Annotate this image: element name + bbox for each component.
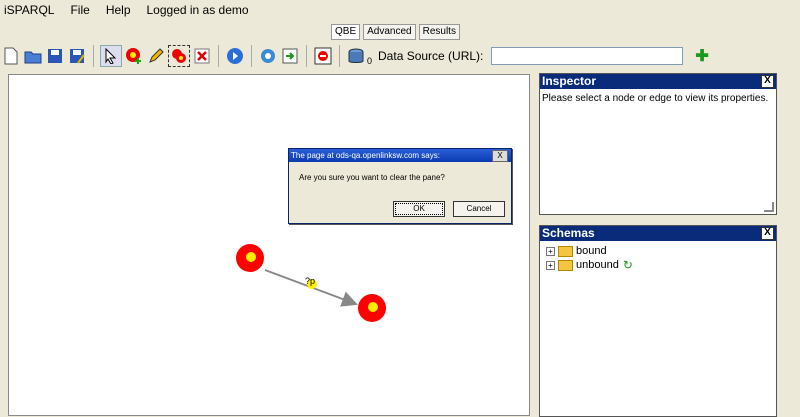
toolbar-separator <box>339 45 340 67</box>
view-tabs: QBE Advanced Results <box>331 24 460 40</box>
ok-button[interactable]: OK <box>393 201 445 217</box>
expand-icon[interactable]: + <box>546 246 555 256</box>
import-icon[interactable] <box>280 46 300 66</box>
clear-pane-icon[interactable] <box>313 46 333 66</box>
help-menu[interactable]: Help <box>106 3 131 17</box>
dialog-title: The page at ods-qa.openlinksw.com says: <box>291 151 440 160</box>
save-icon[interactable] <box>45 46 65 66</box>
schemas-panel: Schemas X + bound + unbound ↻ <box>539 225 777 417</box>
select-group-icon[interactable] <box>168 45 190 67</box>
pencil-icon[interactable] <box>146 46 166 66</box>
tab-results[interactable]: Results <box>418 24 460 40</box>
inspector-close-button[interactable]: X <box>761 75 774 88</box>
schema-label: bound <box>576 244 607 257</box>
cancel-button[interactable]: Cancel <box>453 201 505 217</box>
app-title: iSPARQL <box>4 3 55 17</box>
open-folder-icon[interactable] <box>23 46 43 66</box>
add-node-icon[interactable] <box>124 46 144 66</box>
toolbar: 0 Data Source (URL): ✚ <box>0 42 800 70</box>
graph-node-center <box>246 252 256 262</box>
tab-advanced[interactable]: Advanced <box>363 24 416 40</box>
query-canvas[interactable]: ?p <box>8 74 530 416</box>
inspector-title: Inspector <box>542 74 597 88</box>
schemas-close-button[interactable]: X <box>761 227 774 240</box>
inspector-panel: Inspector X Please select a node or edge … <box>539 73 777 215</box>
graph-svg: ?p <box>236 244 386 322</box>
dialog-close-button[interactable]: X <box>492 150 508 162</box>
edge-label: ?p <box>305 276 315 286</box>
inspector-message: Please select a node or edge to view its… <box>542 93 769 104</box>
file-menu[interactable]: File <box>70 3 89 17</box>
graph-node-center <box>368 302 378 312</box>
schema-item-bound[interactable]: + bound <box>542 244 774 258</box>
settings-icon[interactable] <box>258 46 278 66</box>
refresh-icon[interactable]: ↻ <box>623 258 633 272</box>
select-pointer-icon[interactable] <box>100 45 122 67</box>
add-datasource-icon[interactable]: ✚ <box>695 46 708 66</box>
run-query-icon[interactable] <box>225 46 245 66</box>
save-as-icon[interactable] <box>67 46 87 66</box>
toolbar-separator <box>251 45 252 67</box>
expand-icon[interactable]: + <box>546 260 555 270</box>
tab-qbe[interactable]: QBE <box>331 24 361 40</box>
delete-icon[interactable] <box>192 46 212 66</box>
datasource-label: Data Source (URL): <box>378 49 484 63</box>
folder-icon <box>558 245 573 257</box>
database-icon[interactable] <box>346 46 366 66</box>
schemas-title: Schemas <box>542 226 595 240</box>
resize-handle[interactable] <box>764 202 774 212</box>
toolbar-separator <box>306 45 307 67</box>
confirm-dialog: The page at ods-qa.openlinksw.com says: X… <box>288 148 512 224</box>
datasource-url-input[interactable] <box>491 47 684 65</box>
new-file-icon[interactable] <box>1 46 21 66</box>
toolbar-separator <box>93 45 94 67</box>
datasource-count: 0 <box>367 56 373 66</box>
toolbar-separator <box>218 45 219 67</box>
dialog-message: Are you sure you want to clear the pane? <box>299 173 445 182</box>
folder-icon <box>558 259 573 271</box>
menu-bar: iSPARQL File Help Logged in as demo <box>0 0 800 20</box>
schema-label: unbound <box>576 258 619 271</box>
schema-item-unbound[interactable]: + unbound ↻ <box>542 258 774 272</box>
login-status: Logged in as demo <box>146 3 249 17</box>
